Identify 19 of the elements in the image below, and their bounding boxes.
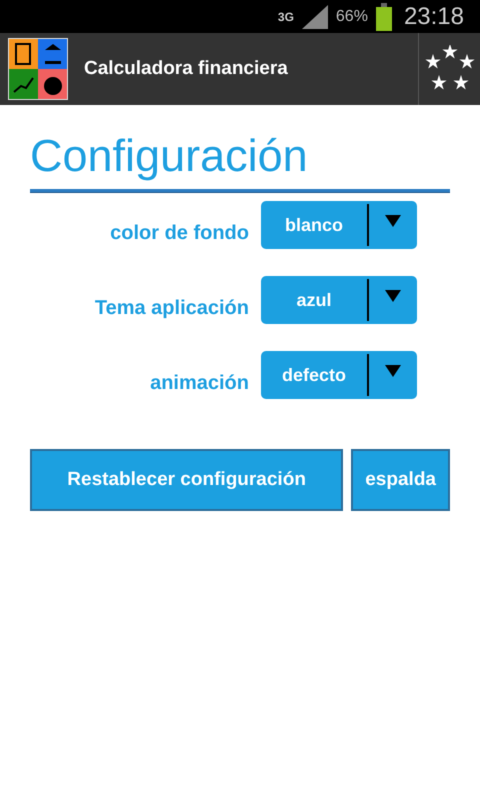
battery-percentage: 66% [336, 6, 368, 26]
battery-icon [376, 2, 392, 30]
app-logo-icon [8, 38, 68, 100]
page-title: Configuración [29, 129, 309, 183]
app-title: Calculadora financiera [84, 56, 289, 81]
setting-label: color de fondo [109, 221, 249, 246]
clock: 23:18 [404, 2, 464, 32]
caret-icon [385, 365, 401, 377]
caret-icon [385, 290, 401, 302]
dropdown[interactable]: defecto [261, 351, 417, 399]
caret-icon [385, 215, 401, 227]
reset-button[interactable]: Restablecer configuración [30, 449, 344, 511]
signal-icon [302, 4, 328, 28]
dropdown[interactable]: blanco [261, 201, 417, 249]
setting-label: Tema aplicación [94, 296, 249, 321]
dropdown[interactable]: azul [261, 276, 417, 324]
network-type: 3G [278, 10, 294, 22]
setting-label: animación [149, 371, 249, 396]
back-button[interactable]: espalda [351, 449, 450, 511]
